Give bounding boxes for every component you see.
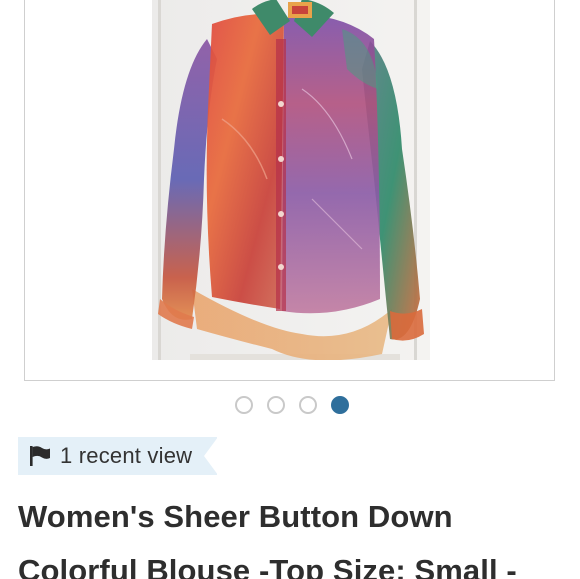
listing-title: Women's Sheer Button Down Colorful Blous… bbox=[18, 490, 578, 579]
product-image[interactable] bbox=[152, 0, 430, 360]
carousel-dot-4-active[interactable] bbox=[331, 396, 349, 414]
carousel-dot-1[interactable] bbox=[235, 396, 253, 414]
product-photo-frame[interactable] bbox=[24, 0, 555, 381]
carousel-dot-2[interactable] bbox=[267, 396, 285, 414]
listing-page: 1 recent view Women's Sheer Button Down … bbox=[0, 0, 580, 579]
flag-icon bbox=[28, 445, 52, 467]
listing-title-line-2: Colorful Blouse -Top Size: Small - bbox=[18, 553, 517, 579]
carousel-pagination bbox=[0, 396, 580, 418]
carousel-dot-3[interactable] bbox=[299, 396, 317, 414]
listing-title-line-1: Women's Sheer Button Down bbox=[18, 499, 453, 534]
recent-views-badge: 1 recent view bbox=[18, 437, 218, 475]
recent-views-text: 1 recent view bbox=[60, 443, 193, 468]
